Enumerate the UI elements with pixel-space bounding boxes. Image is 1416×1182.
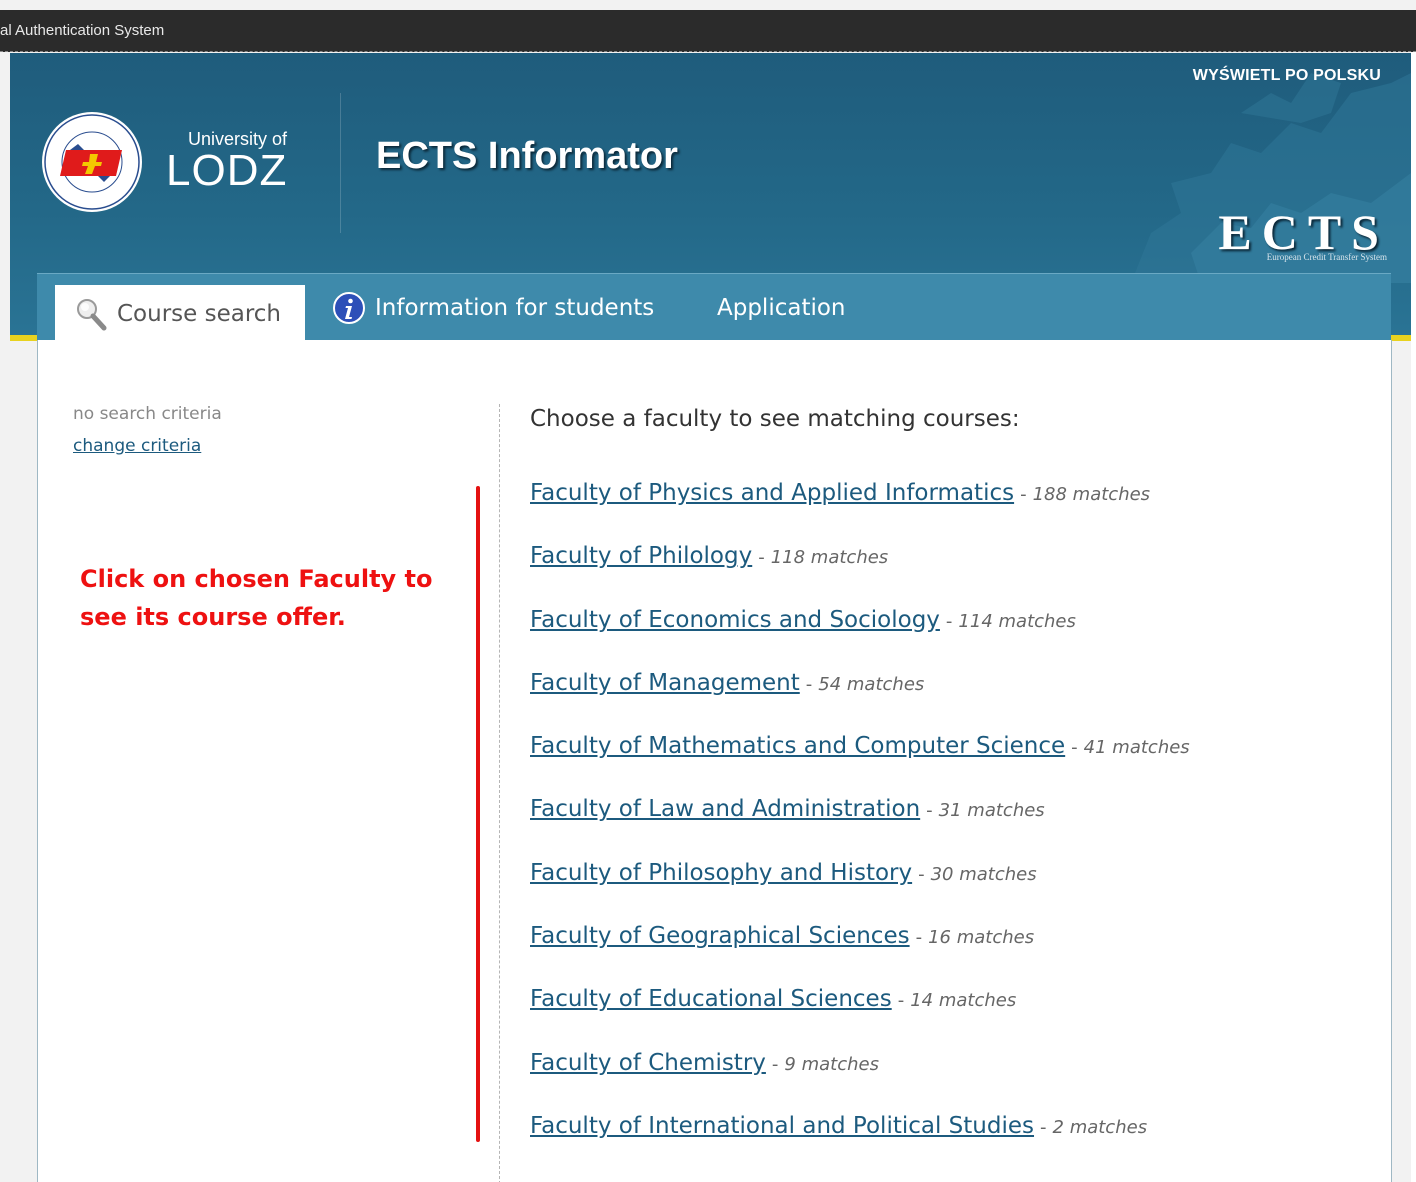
- tab-course-search[interactable]: Course search: [55, 285, 305, 342]
- instruction-annotation: Click on chosen Faculty to see its cours…: [80, 565, 433, 631]
- info-icon: [333, 291, 365, 324]
- separator: -: [1040, 1116, 1047, 1138]
- search-icon: [75, 297, 107, 331]
- faculty-link[interactable]: Faculty of Philosophy and History: [530, 860, 912, 886]
- list-item: Faculty of Law and Administration - 31 m…: [530, 796, 1190, 859]
- match-count: 14 matches: [910, 990, 1017, 1012]
- match-count: 31 matches: [938, 800, 1045, 822]
- ects-subtitle: European Credit Transfer System: [1266, 252, 1387, 262]
- faculty-link[interactable]: Faculty of Economics and Sociology: [530, 607, 940, 633]
- separator: -: [758, 547, 765, 569]
- separator: -: [771, 1053, 779, 1075]
- match-count: 16 matches: [928, 927, 1035, 949]
- top-strip: [0, 0, 1416, 10]
- list-item: Faculty of Chemistry - 9 matches: [530, 1050, 1190, 1113]
- faculty-prompt: Choose a faculty to see matching courses…: [530, 406, 1020, 432]
- faculty-list: Faculty of Physics and Applied Informati…: [530, 480, 1190, 1176]
- window-title: al Authentication System: [0, 22, 165, 39]
- content-panel: no search criteria change criteria Click…: [37, 340, 1392, 1182]
- faculty-link[interactable]: Faculty of Chemistry: [530, 1050, 766, 1076]
- window-edge: [1411, 52, 1416, 1182]
- list-item: Faculty of Philosophy and History - 30 m…: [530, 860, 1190, 923]
- annotation-red-line: [476, 486, 480, 1142]
- tab-information-for-students[interactable]: Information for students: [333, 274, 654, 341]
- separator: -: [1071, 737, 1078, 759]
- faculty-link[interactable]: Faculty of Philology: [530, 543, 752, 569]
- app-title: ECTS Informator: [376, 135, 678, 177]
- match-count: 54 matches: [818, 673, 925, 695]
- language-switch-link[interactable]: WYŚWIETL PO POLSKU: [1193, 67, 1381, 85]
- list-item: Faculty of Economics and Sociology - 114…: [530, 607, 1190, 670]
- list-item: Faculty of Mathematics and Computer Scie…: [530, 733, 1190, 796]
- separator: -: [915, 927, 923, 949]
- header-divider: [340, 93, 341, 233]
- faculty-link[interactable]: Faculty of Geographical Sciences: [530, 923, 910, 949]
- main-nav: Course search Information for students A…: [37, 273, 1391, 342]
- faculty-link[interactable]: Faculty of Educational Sciences: [530, 986, 892, 1012]
- separator: -: [918, 863, 925, 885]
- window-title-bar: al Authentication System: [0, 10, 1416, 52]
- match-count: 2 matches: [1052, 1116, 1148, 1138]
- list-item: Faculty of Philology - 118 matches: [530, 543, 1190, 606]
- faculty-link[interactable]: Faculty of Physics and Applied Informati…: [530, 480, 1014, 506]
- accent-bar-right: [1390, 335, 1411, 341]
- match-count: 188 matches: [1032, 484, 1151, 505]
- separator: -: [926, 800, 933, 822]
- match-count: 41 matches: [1083, 737, 1190, 759]
- tab-label: Course search: [117, 300, 282, 327]
- university-name: LODZ: [166, 146, 288, 195]
- list-item: Faculty of Management - 54 matches: [530, 670, 1190, 733]
- criteria-note: no search criteria: [73, 404, 222, 424]
- list-item: Faculty of Geographical Sciences - 16 ma…: [530, 923, 1190, 986]
- faculty-link[interactable]: Faculty of International and Political S…: [530, 1113, 1034, 1139]
- separator: -: [805, 673, 813, 695]
- tab-label: Application: [717, 294, 846, 321]
- match-count: 118 matches: [770, 547, 889, 569]
- match-count: 9 matches: [784, 1053, 879, 1075]
- separator: -: [945, 610, 953, 632]
- tab-label: Information for students: [375, 294, 655, 321]
- separator: -: [897, 990, 905, 1012]
- column-divider: [499, 404, 500, 1182]
- separator: -: [1020, 484, 1027, 505]
- match-count: 114 matches: [958, 610, 1076, 632]
- faculty-link[interactable]: Faculty of Law and Administration: [530, 796, 920, 822]
- accent-bar-left: [10, 335, 38, 341]
- university-seal-logo: [42, 112, 142, 212]
- faculty-link[interactable]: Faculty of Management: [530, 670, 800, 696]
- faculty-link[interactable]: Faculty of Mathematics and Computer Scie…: [530, 733, 1065, 759]
- change-criteria-link[interactable]: change criteria: [73, 436, 201, 456]
- match-count: 30 matches: [930, 863, 1037, 885]
- list-item: Faculty of International and Political S…: [530, 1113, 1190, 1176]
- list-item: Faculty of Physics and Applied Informati…: [530, 480, 1190, 543]
- tab-application[interactable]: Application: [717, 274, 846, 341]
- list-item: Faculty of Educational Sciences - 14 mat…: [530, 986, 1190, 1049]
